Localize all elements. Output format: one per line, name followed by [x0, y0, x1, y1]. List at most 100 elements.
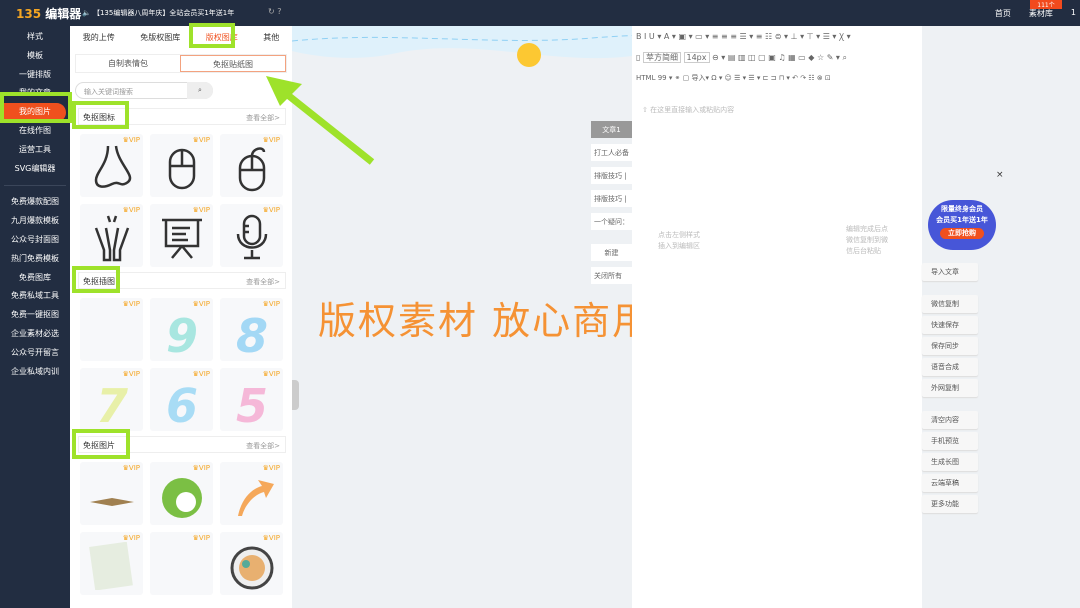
vip-badge: ♛VIP	[122, 534, 140, 542]
logo-text: 编辑器	[45, 7, 82, 21]
editor[interactable]: B I U ▾ A ▾ ▣ ▾ ▭ ▾ ≡ ≡ ≡ ☰ ▾ ≡ ☷ ⊜ ▾ ⊥ …	[632, 26, 922, 608]
nav-item[interactable]: 免费爆款配图	[0, 193, 70, 212]
nose-icon[interactable]: ♛VIP	[80, 134, 143, 197]
section-title: 免抠图标	[83, 113, 115, 122]
nav-item[interactable]: 样式	[0, 28, 70, 47]
collapse-panel-handle[interactable]	[292, 380, 299, 410]
close-promo-icon[interactable]: ×	[996, 170, 1004, 180]
number-5-sticker[interactable]: ♛VIP 5	[220, 368, 283, 431]
action-button[interactable]: 云端草稿	[922, 474, 978, 492]
promo-banner[interactable]: 限量终身会员 会员买1年送1年 立即抢购	[922, 180, 1002, 252]
action-button[interactable]: 手机预览	[922, 432, 978, 450]
nav-item[interactable]: 企业素材必选	[0, 325, 70, 344]
clapping-hands-icon[interactable]: ♛VIP	[80, 204, 143, 267]
mouse-icon[interactable]: ♛VIP	[150, 134, 213, 197]
nav-item[interactable]: 公众号封面图	[0, 231, 70, 250]
action-button[interactable]: 快速保存	[922, 316, 978, 334]
action-button[interactable]: 外网复制	[922, 379, 978, 397]
search-input[interactable]: 输入关键词搜索 ⌕	[75, 82, 213, 99]
toolbar-row-3[interactable]: HTML 99 ▾ ⚭ ▢ 导入▾ Ω ▾ ☺ ☰ ▾ ☰ ▾ ⊏ ⊐ ⊓ ▾ …	[632, 68, 922, 89]
logo[interactable]: 135 编辑器	[16, 5, 81, 22]
font-size-select[interactable]: 14px	[683, 52, 710, 63]
view-all-link[interactable]: 查看全部>	[246, 277, 280, 287]
subtab-emoji[interactable]: 自制表情包	[76, 55, 180, 72]
cartoon-character-image[interactable]: ♛VIP	[150, 462, 213, 525]
section-title: 免抠图片	[83, 441, 115, 450]
action-button[interactable]: 语音合成	[922, 358, 978, 376]
noodle-bowl-image[interactable]: ♛VIP	[220, 532, 283, 595]
nav-item[interactable]: 公众号开留言	[0, 344, 70, 363]
vip-label: VIP	[268, 534, 280, 542]
announcement[interactable]: 🔈 【135编辑器八周年庆】全站会员买1年送1年	[82, 8, 234, 18]
toolbar-icons[interactable]: ⊖ ▾ ▤ ▥ ◫ ▢ ▣ ♫ ▦ ▭ ◆ ☆ ✎ ▾ ⌕	[712, 53, 847, 62]
article-tab[interactable]: 排版技巧 |	[591, 190, 632, 207]
orange-arrow-image[interactable]: ♛VIP	[220, 462, 283, 525]
nav-item[interactable]: 一键排版	[0, 66, 70, 85]
action-button[interactable]: 生成长图	[922, 453, 978, 471]
tab-other[interactable]: 其他	[263, 32, 279, 43]
open-book-image[interactable]: ♛VIP	[80, 462, 143, 525]
article-tab[interactable]: 文章1	[591, 121, 632, 138]
microphone-icon[interactable]: ♛VIP	[220, 204, 283, 267]
nav-item[interactable]: 模板	[0, 47, 70, 66]
nav-item[interactable]: 免费图库	[0, 269, 70, 288]
svg-text:5: 5	[236, 379, 268, 426]
nav-materials[interactable]: 素材库	[1029, 8, 1053, 19]
nav-item[interactable]: 免费一键抠图	[0, 306, 70, 325]
blank-image[interactable]: ♛VIP	[150, 532, 213, 595]
tab-copyright-library[interactable]: 版权图库	[206, 32, 238, 43]
new-article-button[interactable]: 新建	[591, 244, 632, 261]
svg-text:7: 7	[96, 379, 128, 426]
presentation-board-icon[interactable]: ♛VIP	[150, 204, 213, 267]
nav-item[interactable]: SVG编辑器	[0, 160, 70, 179]
vip-label: VIP	[198, 136, 210, 144]
tab-my-uploads[interactable]: 我的上传	[83, 32, 115, 43]
vip-badge: ♛VIP	[262, 370, 280, 378]
number-7-sticker[interactable]: ♛VIP 7	[80, 368, 143, 431]
action-button[interactable]: 保存同步	[922, 337, 978, 355]
action-button[interactable]: 微信复制	[922, 295, 978, 313]
article-tab[interactable]: 排版技巧 |	[591, 167, 632, 184]
vip-badge: ♛VIP	[262, 300, 280, 308]
number-9-sticker[interactable]: ♛VIP 9	[150, 298, 213, 361]
nav-item[interactable]: 运营工具	[0, 141, 70, 160]
nav-item[interactable]: 我的文章	[0, 84, 70, 103]
nav-more[interactable]: 1	[1071, 8, 1076, 19]
paper-texture-image[interactable]: ♛VIP	[80, 532, 143, 595]
view-all-link[interactable]: 查看全部>	[246, 441, 280, 451]
nav-item[interactable]: 热门免费模板	[0, 250, 70, 269]
nav-item[interactable]: 九月爆款模板	[0, 212, 70, 231]
help-icon[interactable]: ?	[277, 7, 281, 16]
number-8-sticker[interactable]: ♛VIP 8	[220, 298, 283, 361]
promo-cta[interactable]: 立即抢购	[940, 228, 984, 239]
close-all-button[interactable]: 关闭所有	[591, 267, 632, 284]
search-icon[interactable]: ⌕	[187, 82, 213, 99]
action-button[interactable]: 清空内容	[922, 411, 978, 429]
article-tab[interactable]: 一个疑问：	[591, 213, 632, 230]
vip-label: VIP	[268, 206, 280, 214]
refresh-icon[interactable]: ↻	[268, 7, 275, 16]
slogan-text: 版权素材 放心商用	[318, 299, 653, 343]
action-button[interactable]: 更多功能	[922, 495, 978, 513]
logo-number: 135	[16, 7, 42, 21]
nav-item[interactable]: 在线作图	[0, 122, 70, 141]
vip-badge: ♛VIP	[192, 300, 210, 308]
nav-home[interactable]: 首页	[995, 8, 1011, 19]
number-6-sticker[interactable]: ♛VIP 6	[150, 368, 213, 431]
tab-free-library[interactable]: 免版权图库	[140, 32, 180, 43]
nav-item[interactable]: 免费私域工具	[0, 287, 70, 306]
blank-illustration[interactable]: ♛VIP	[80, 298, 143, 361]
nav-item[interactable]: 企业私域内训	[0, 363, 70, 382]
article-tab[interactable]: 打工人必备	[591, 144, 632, 161]
toolbar-row-1[interactable]: B I U ▾ A ▾ ▣ ▾ ▭ ▾ ≡ ≡ ≡ ☰ ▾ ≡ ☷ ⊜ ▾ ⊥ …	[632, 26, 922, 47]
promo-line2: 会员买1年送1年	[936, 216, 988, 224]
cartoon-character-image-graphic	[162, 478, 202, 518]
font-select[interactable]: 苹方简细	[642, 52, 681, 63]
nav-item-my-images[interactable]: 我的图片	[4, 103, 66, 122]
lemon-icon	[517, 43, 541, 67]
vip-badge: ♛VIP	[122, 464, 140, 472]
number-7-sticker-graphic: 7	[96, 379, 128, 426]
vip-label: VIP	[128, 206, 140, 214]
vip-badge: ♛VIP	[192, 136, 210, 144]
import-article-button[interactable]: 导入文章	[922, 263, 978, 281]
